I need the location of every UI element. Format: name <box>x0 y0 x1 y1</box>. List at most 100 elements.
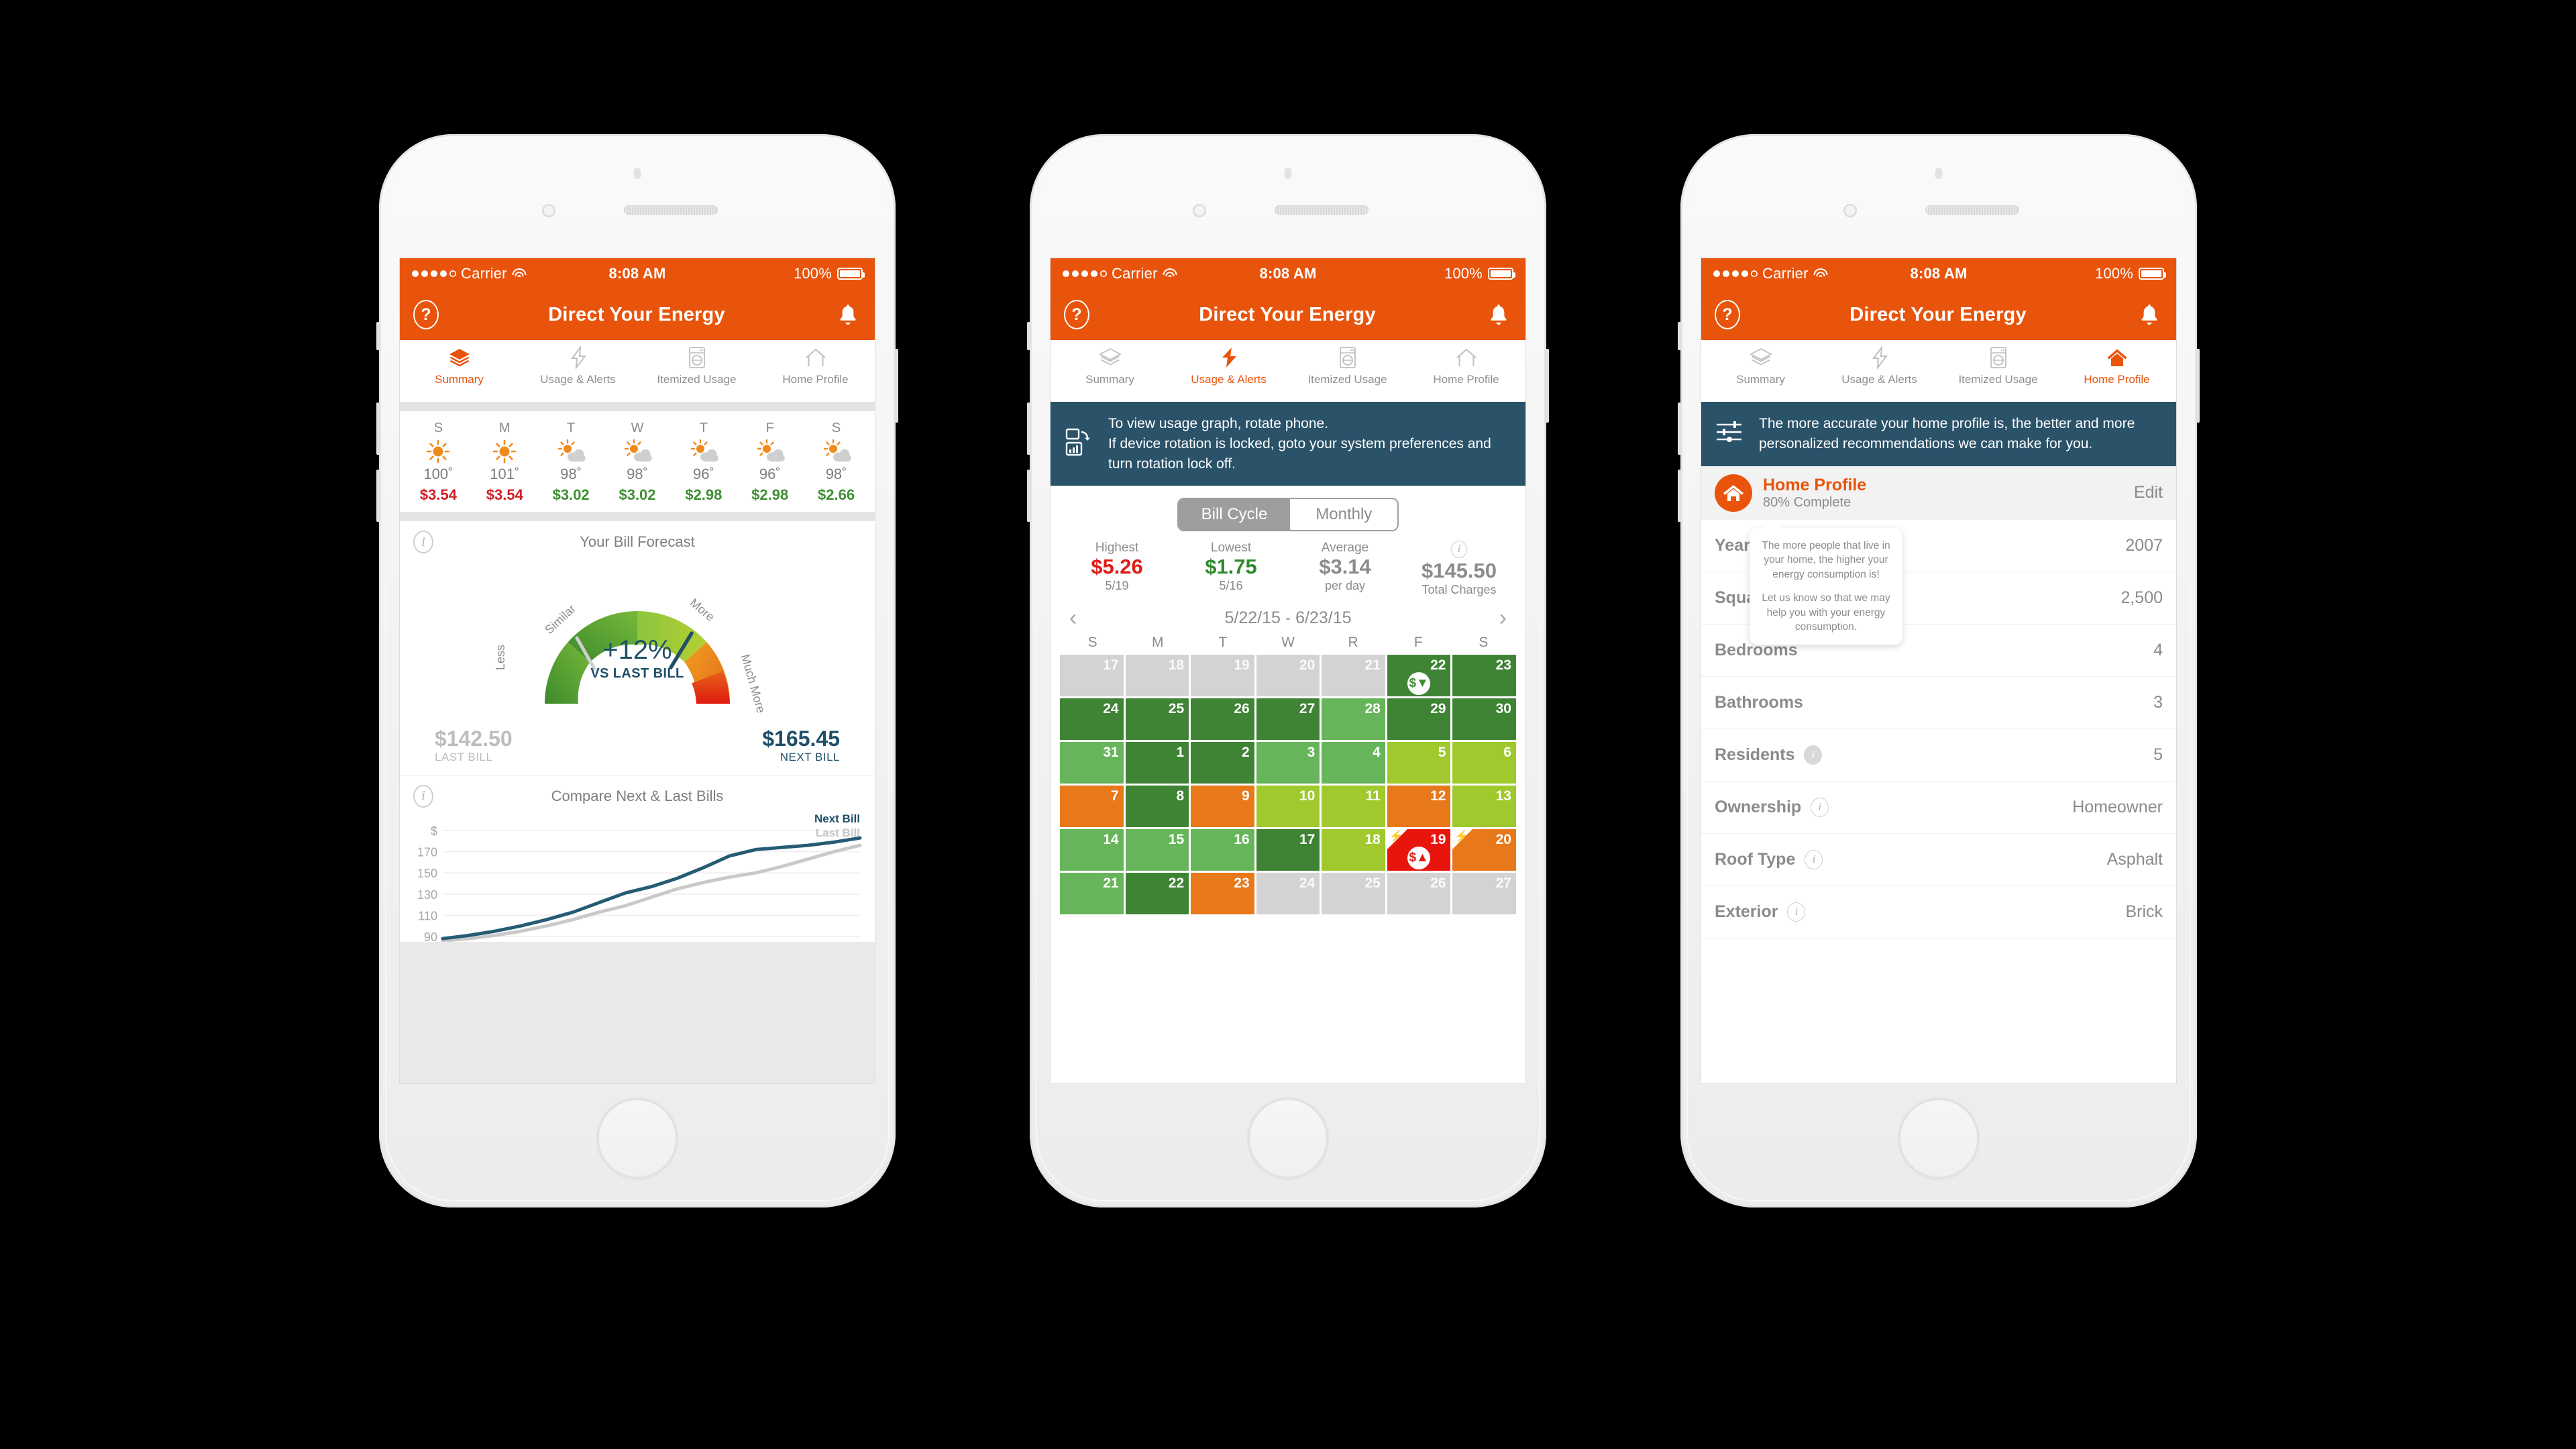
tab-bar: Summary Usage & Alerts Itemized Usage Ho… <box>1701 340 2176 402</box>
segment-monthly[interactable]: Monthly <box>1290 499 1398 531</box>
calendar-day-cell[interactable]: 29 <box>1387 698 1451 741</box>
calendar-day-cell[interactable]: 19 ⚡ $▲ <box>1387 829 1451 871</box>
calendar-day-cell[interactable]: 23 <box>1191 873 1254 915</box>
calendar-day-cell[interactable]: 23 <box>1452 655 1516 697</box>
segment-bill-cycle[interactable]: Bill Cycle <box>1178 499 1291 531</box>
notifications-bell-icon[interactable] <box>2136 303 2163 327</box>
calendar-day-cell[interactable]: 17 <box>1256 829 1320 871</box>
volume-down-button[interactable] <box>1678 470 1681 522</box>
notifications-bell-icon[interactable] <box>835 303 861 327</box>
profile-row[interactable]: Ownership i Homeowner <box>1701 781 2176 834</box>
weather-daily-cost: $3.54 <box>486 486 523 503</box>
power-button[interactable] <box>1546 349 1549 423</box>
layers-icon <box>1749 345 1772 370</box>
tab-home-profile[interactable]: Home Profile <box>1407 345 1525 386</box>
profile-row[interactable]: Bathrooms 3 <box>1701 676 2176 729</box>
calendar-day-cell[interactable]: 31 <box>1060 742 1124 784</box>
tab-home-profile[interactable]: Home Profile <box>2057 345 2176 386</box>
home-button[interactable] <box>1898 1097 1980 1179</box>
calendar-day-cell[interactable]: 6 <box>1452 742 1516 784</box>
tab-summary[interactable]: Summary <box>1051 345 1169 386</box>
calendar-day-cell[interactable]: 21 <box>1060 873 1124 915</box>
tab-summary[interactable]: Summary <box>400 345 519 386</box>
calendar-day-cell[interactable]: 28 <box>1322 698 1385 741</box>
home-button[interactable] <box>596 1097 678 1179</box>
notifications-bell-icon[interactable] <box>1485 303 1512 327</box>
tab-itemized-usage[interactable]: Itemized Usage <box>1939 345 2057 386</box>
calendar-day-cell[interactable]: 15 <box>1125 829 1189 871</box>
tab-home-profile[interactable]: Home Profile <box>756 345 875 386</box>
volume-up-button[interactable] <box>1027 402 1030 455</box>
profile-row-value: 4 <box>2153 640 2163 659</box>
chevron-left-icon[interactable]: ‹ <box>1069 606 1077 629</box>
calendar-day-cell[interactable]: 27 <box>1452 873 1516 915</box>
calendar-day-cell[interactable]: 7 <box>1060 786 1124 828</box>
profile-row[interactable]: Roof Type i Asphalt <box>1701 833 2176 886</box>
tab-summary[interactable]: Summary <box>1701 345 1820 386</box>
calendar-day-cell[interactable]: 24 <box>1060 698 1124 741</box>
cost-up-badge: $▲ <box>1407 847 1431 870</box>
calendar-day-cell[interactable]: 25 <box>1322 873 1385 915</box>
calendar-day-cell[interactable]: 19 <box>1191 655 1254 697</box>
calendar-day-cell[interactable]: 25 <box>1125 698 1189 741</box>
calendar-day-cell[interactable]: 9 <box>1191 786 1254 828</box>
info-icon[interactable]: i <box>1451 541 1467 559</box>
power-button[interactable] <box>2196 349 2200 423</box>
info-icon[interactable]: i <box>1804 745 1823 765</box>
calendar-day-cell[interactable]: 26 <box>1191 698 1254 741</box>
calendar-day-cell[interactable]: 1 <box>1125 742 1189 784</box>
chevron-right-icon[interactable]: › <box>1499 606 1507 629</box>
calendar-day-cell[interactable]: 17 <box>1060 655 1124 697</box>
calendar-day-cell[interactable]: 2 <box>1191 742 1254 784</box>
calendar-day-cell[interactable]: 18 <box>1125 655 1189 697</box>
profile-row[interactable]: Exterior i Brick <box>1701 885 2176 938</box>
help-icon[interactable]: ? <box>1715 300 1740 329</box>
calendar-day-cell[interactable]: 4 <box>1322 742 1385 784</box>
tab-itemized-usage[interactable]: Itemized Usage <box>637 345 756 386</box>
calendar-day-cell[interactable]: 8 <box>1125 786 1189 828</box>
calendar-weekday: F <box>1413 635 1423 651</box>
calendar-day-cell[interactable]: 10 <box>1256 786 1320 828</box>
microphone-dot <box>1284 168 1292 179</box>
weather-day-column: S 98˚ $2.66 <box>803 421 869 504</box>
tab-usage-alerts[interactable]: Usage & Alerts <box>1169 345 1288 386</box>
calendar-day-cell[interactable]: 18 <box>1322 829 1385 871</box>
tab-usage-alerts[interactable]: Usage & Alerts <box>1820 345 1939 386</box>
power-button[interactable] <box>895 349 898 423</box>
calendar-day-cell[interactable]: 5 <box>1387 742 1451 784</box>
mute-switch[interactable] <box>376 322 380 350</box>
home-button[interactable] <box>1247 1097 1329 1179</box>
mute-switch[interactable] <box>1678 322 1681 350</box>
calendar-day-cell[interactable]: 27 <box>1256 698 1320 741</box>
volume-up-button[interactable] <box>1678 402 1681 455</box>
edit-button[interactable]: Edit <box>2134 483 2163 502</box>
mute-switch[interactable] <box>1027 322 1030 350</box>
help-icon[interactable]: ? <box>1064 300 1089 329</box>
help-icon[interactable]: ? <box>413 300 439 329</box>
volume-up-button[interactable] <box>376 402 380 455</box>
volume-down-button[interactable] <box>1027 470 1030 522</box>
calendar-day-cell[interactable]: 30 <box>1452 698 1516 741</box>
calendar-day-cell[interactable]: 22 $▼ <box>1387 655 1451 697</box>
stat-caption: Average <box>1321 541 1369 555</box>
battery-icon <box>1488 268 1516 280</box>
info-icon[interactable]: i <box>1787 902 1806 922</box>
info-icon[interactable]: i <box>1811 797 1829 817</box>
calendar-day-cell[interactable]: 20 <box>1256 655 1320 697</box>
calendar-day-cell[interactable]: 11 <box>1322 786 1385 828</box>
calendar-day-cell[interactable]: 20 ⚡ <box>1452 829 1516 871</box>
calendar-day-cell[interactable]: 16 <box>1191 829 1254 871</box>
profile-row[interactable]: Residents i 5 <box>1701 729 2176 782</box>
tab-itemized-usage[interactable]: Itemized Usage <box>1288 345 1407 386</box>
calendar-day-cell[interactable]: 26 <box>1387 873 1451 915</box>
volume-down-button[interactable] <box>376 470 380 522</box>
tab-usage-alerts[interactable]: Usage & Alerts <box>519 345 637 386</box>
calendar-day-cell[interactable]: 21 <box>1322 655 1385 697</box>
calendar-day-cell[interactable]: 3 <box>1256 742 1320 784</box>
calendar-day-cell[interactable]: 14 <box>1060 829 1124 871</box>
calendar-day-cell[interactable]: 22 <box>1125 873 1189 915</box>
calendar-day-cell[interactable]: 13 <box>1452 786 1516 828</box>
calendar-day-cell[interactable]: 24 <box>1256 873 1320 915</box>
info-icon[interactable]: i <box>1805 849 1823 869</box>
calendar-day-cell[interactable]: 12 <box>1387 786 1451 828</box>
